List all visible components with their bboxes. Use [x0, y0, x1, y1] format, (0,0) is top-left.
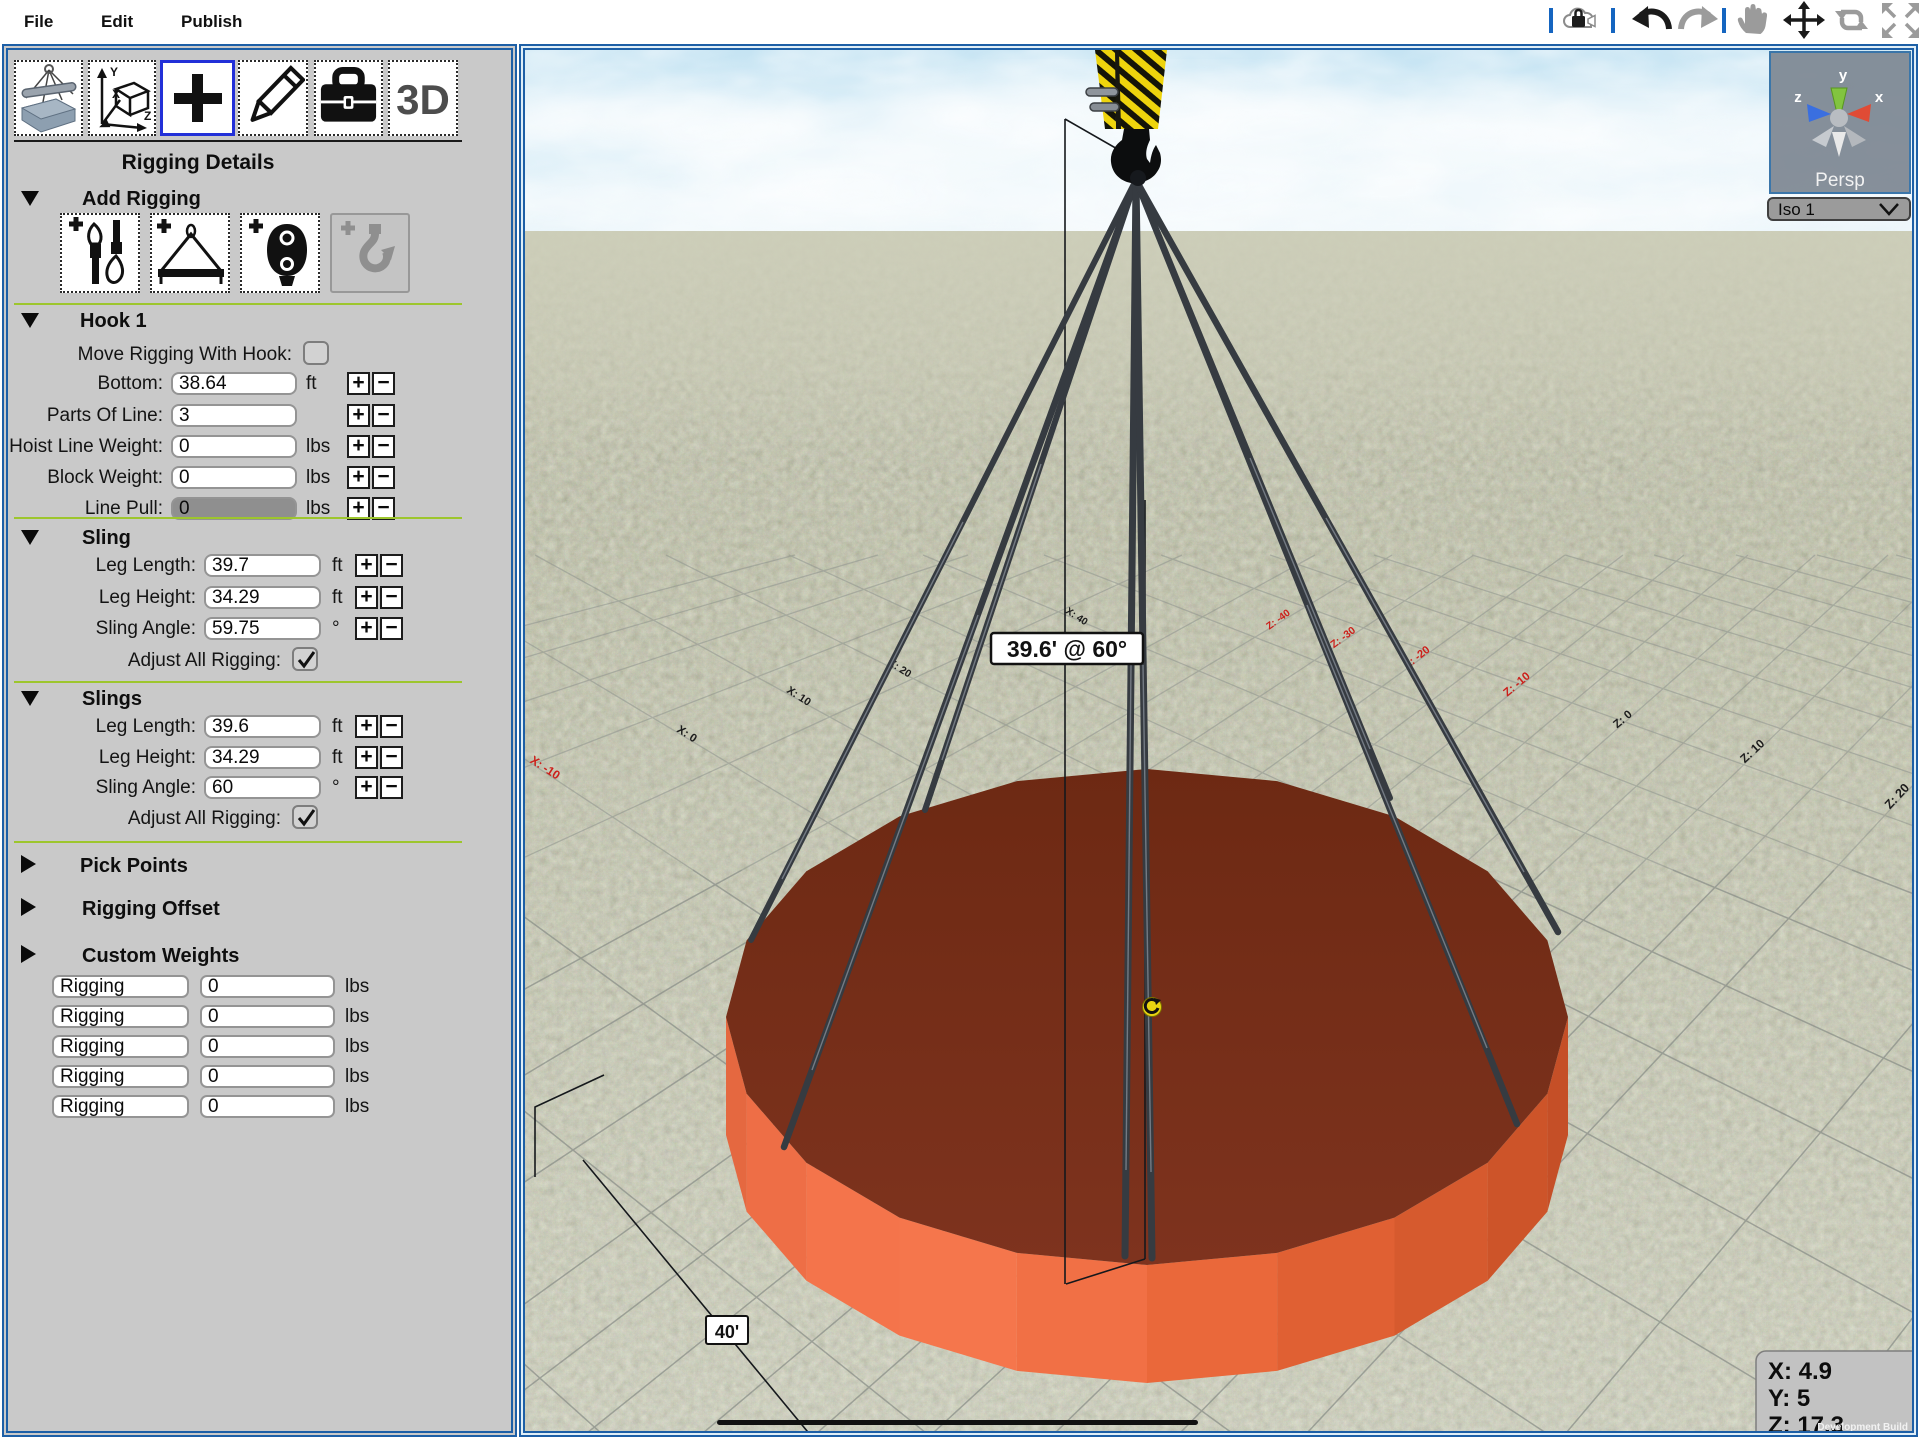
svg-text:Y: 5: Y: 5 [1768, 1385, 1810, 1412]
svg-text:40': 40' [715, 1322, 739, 1342]
svg-text:Z: Z [144, 109, 151, 123]
svg-text:Iso 1: Iso 1 [1778, 200, 1815, 219]
svg-text:39.6' @ 60°: 39.6' @ 60° [1007, 636, 1127, 662]
svg-text:y: y [1839, 67, 1848, 84]
svg-text:Y: Y [110, 65, 118, 79]
svg-text:3D: 3D [396, 76, 450, 123]
svg-text:x: x [1875, 89, 1884, 106]
svg-text:X: 4.9: X: 4.9 [1768, 1358, 1832, 1385]
svg-text:z: z [1794, 89, 1802, 106]
svg-text:Development Build: Development Build [1817, 1422, 1908, 1431]
svg-text:Persp: Persp [1815, 170, 1865, 191]
